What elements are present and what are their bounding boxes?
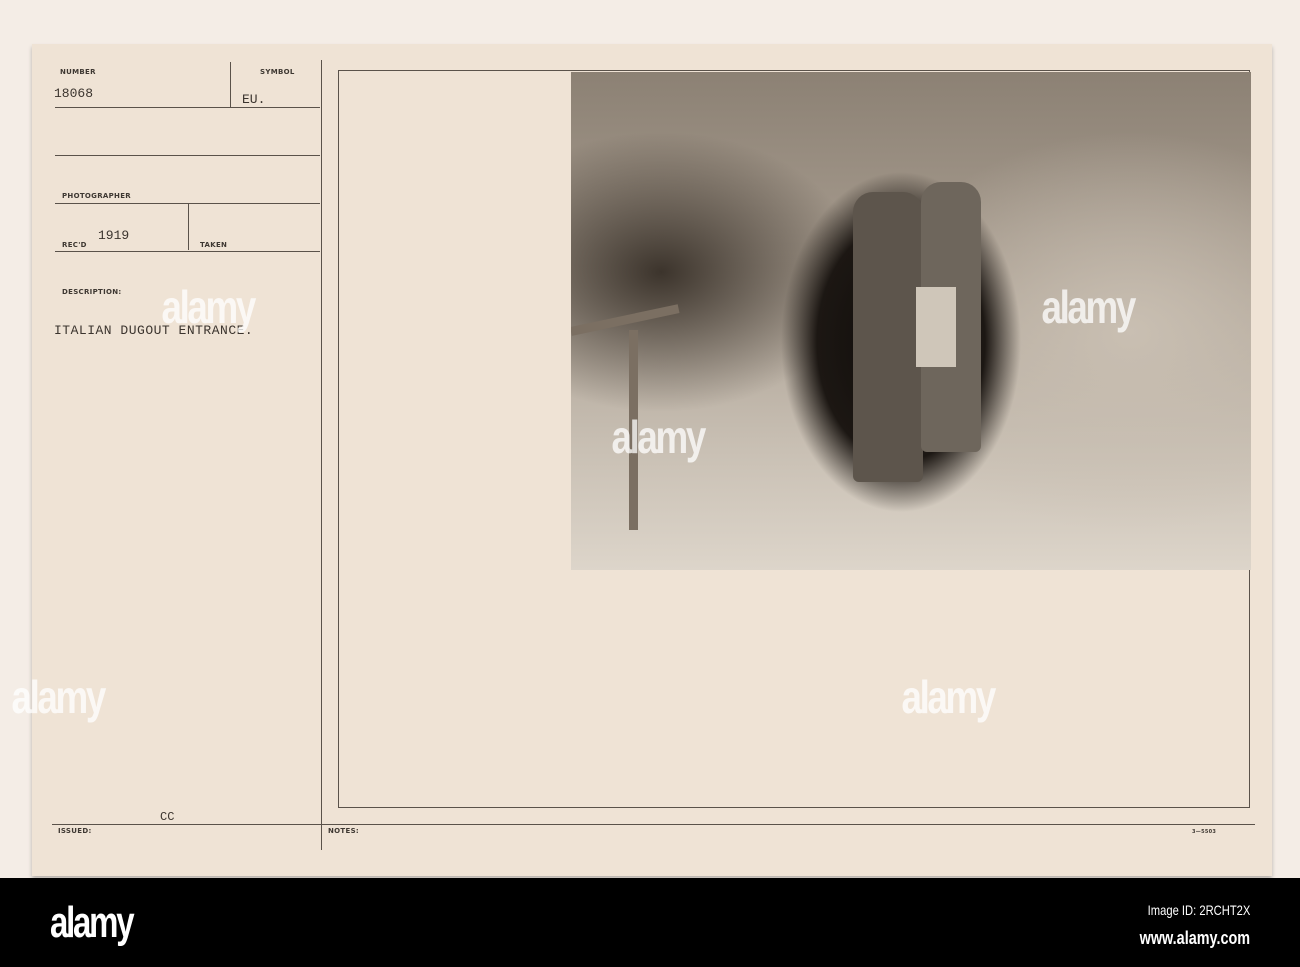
website-link[interactable]: www.alamy.com: [1140, 928, 1250, 949]
footer-bar: alamy Image ID: 2RCHT2X www.alamy.com: [0, 878, 1300, 967]
watermark: alamy: [11, 671, 107, 723]
symbol-value: EU.: [242, 92, 266, 107]
description-label: DESCRIPTION:: [62, 288, 122, 296]
recd-value: 1919: [98, 228, 130, 243]
dugout-photograph: [571, 72, 1251, 570]
column-divider: [321, 60, 322, 850]
divider: [55, 107, 320, 108]
number-value: 18068: [54, 86, 94, 101]
watermark: alamy: [161, 281, 257, 333]
image-id: Image ID: 2RCHT2X: [1147, 902, 1250, 918]
taken-label: TAKEN: [200, 241, 228, 249]
divider: [188, 204, 189, 250]
divider: [230, 62, 231, 108]
photographer-label: PHOTOGRAPHER: [62, 192, 131, 200]
alamy-logo: alamy: [50, 898, 135, 947]
notes-label: NOTES:: [328, 827, 360, 835]
issued-value: CC: [160, 810, 175, 824]
railing: [571, 304, 680, 336]
form-code: 3—5503: [1192, 829, 1217, 835]
divider: [55, 155, 320, 156]
watermark: alamy: [901, 671, 997, 723]
cloth-bundle: [916, 287, 956, 367]
watermark: alamy: [611, 411, 707, 463]
number-label: NUMBER: [60, 68, 96, 76]
recd-label: REC'D: [62, 241, 87, 249]
symbol-label: SYMBOL: [260, 68, 295, 76]
bottom-rule: [52, 824, 1255, 825]
issued-label: ISSUED:: [58, 827, 92, 835]
soldier-figure: [853, 192, 923, 482]
divider: [55, 251, 320, 252]
watermark: alamy: [1041, 281, 1137, 333]
